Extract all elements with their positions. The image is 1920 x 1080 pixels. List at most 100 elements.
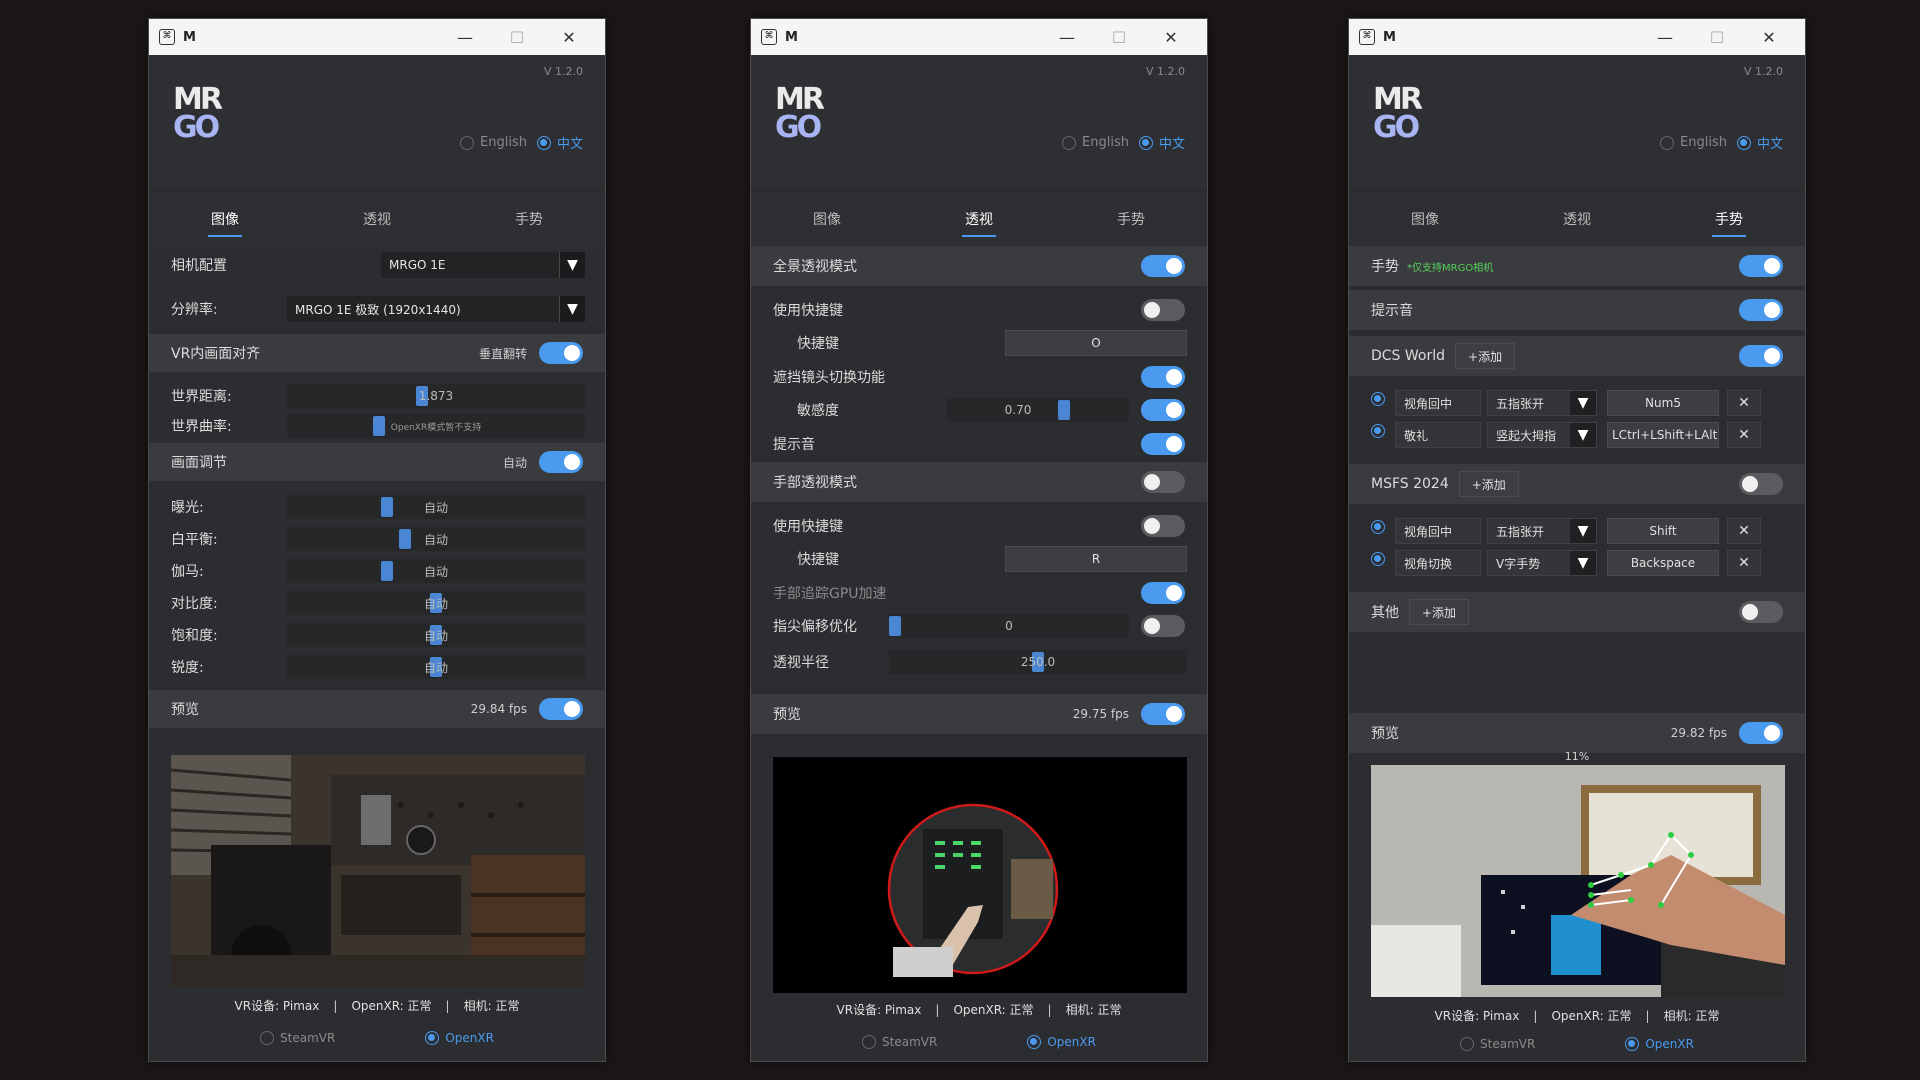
maximize-button[interactable]: ☐ — [1093, 28, 1145, 47]
preview-toggle[interactable] — [1739, 722, 1783, 744]
adjust-slider[interactable]: 自动 — [287, 495, 585, 519]
prompt-sound-label: 提示音 — [773, 437, 815, 453]
hotkey2-field[interactable]: R — [1005, 546, 1187, 572]
occlusion-toggle[interactable] — [1141, 366, 1185, 388]
runtime-steamvr-option[interactable]: SteamVR — [862, 1035, 937, 1049]
add-gesture-button[interactable]: +添加 — [1455, 343, 1516, 369]
binding-radio-icon[interactable] — [1371, 392, 1385, 406]
close-button[interactable]: ✕ — [1743, 28, 1795, 47]
sensitivity-slider[interactable]: 0.70 — [947, 398, 1129, 422]
action-field[interactable]: 视角回中 — [1395, 390, 1481, 416]
runtime-openxr-option[interactable]: OpenXR — [425, 1031, 494, 1045]
lang-english-option[interactable]: English — [460, 135, 527, 150]
use-hotkey2-toggle[interactable] — [1141, 515, 1185, 537]
runtime-openxr-option[interactable]: OpenXR — [1625, 1037, 1694, 1051]
tab-gesture[interactable]: 手势 — [1653, 191, 1805, 246]
title-bar: ⌘ M — ☐ ✕ — [751, 19, 1207, 55]
gpu-accel-toggle[interactable] — [1141, 582, 1185, 604]
minimize-button[interactable]: — — [1041, 28, 1093, 47]
key-field[interactable]: LCtrl+LShift+LAlt+S — [1607, 422, 1719, 448]
fingertip-toggle[interactable] — [1141, 615, 1185, 637]
hand-mode-toggle[interactable] — [1141, 471, 1185, 493]
minimize-button[interactable]: — — [439, 28, 491, 47]
adjust-slider[interactable]: 自动 — [287, 559, 585, 583]
add-other-button[interactable]: +添加 — [1409, 599, 1470, 625]
slider-thumb[interactable] — [889, 616, 901, 636]
use-hotkey-toggle[interactable] — [1141, 299, 1185, 321]
slider-thumb[interactable] — [399, 529, 411, 549]
tab-gesture[interactable]: 手势 — [1055, 191, 1207, 246]
binding-radio-icon[interactable] — [1371, 424, 1385, 438]
fingertip-slider[interactable]: 0 — [889, 614, 1129, 638]
runtime-openxr-option[interactable]: OpenXR — [1027, 1035, 1096, 1049]
lang-chinese-option[interactable]: 中文 — [1736, 133, 1783, 152]
lang-english-option[interactable]: English — [1062, 135, 1129, 150]
world-curvature-slider[interactable]: OpenXR模式暂不支持 — [287, 414, 585, 438]
hotkey-row: 快捷键 O — [751, 326, 1207, 360]
key-field[interactable]: Num5 — [1607, 390, 1719, 416]
slider-thumb[interactable] — [373, 416, 385, 436]
action-field[interactable]: 敬礼 — [1395, 422, 1481, 448]
tab-gesture[interactable]: 手势 — [453, 191, 605, 246]
action-field[interactable]: 视角切换 — [1395, 550, 1481, 576]
group-toggle[interactable] — [1739, 345, 1783, 367]
lang-chinese-option[interactable]: 中文 — [1138, 133, 1185, 152]
preview-toggle[interactable] — [1141, 703, 1185, 725]
other-toggle[interactable] — [1739, 601, 1783, 623]
chevron-down-icon: ▼ — [559, 252, 585, 278]
radio-icon — [862, 1035, 877, 1049]
lang-english-option[interactable]: English — [1660, 135, 1727, 150]
delete-binding-button[interactable]: ✕ — [1727, 422, 1761, 448]
tab-passthrough[interactable]: 透视 — [903, 191, 1055, 246]
vr-align-toggle[interactable] — [539, 342, 583, 364]
gesture-select[interactable]: 五指张开 ▼ — [1487, 390, 1597, 416]
slider-thumb[interactable] — [381, 561, 393, 581]
hotkey-field[interactable]: O — [1005, 330, 1187, 356]
gesture-sound-toggle[interactable] — [1739, 299, 1783, 321]
gesture-select[interactable]: V字手势 ▼ — [1487, 550, 1597, 576]
maximize-button[interactable]: ☐ — [1691, 28, 1743, 47]
window-title: M — [785, 29, 798, 45]
adjust-slider[interactable]: 自动 — [287, 623, 585, 647]
maximize-button[interactable]: ☐ — [491, 28, 543, 47]
resolution-select[interactable]: MRGO 1E 极致 (1920x1440) ▼ — [287, 296, 585, 322]
add-gesture-button[interactable]: +添加 — [1458, 471, 1519, 497]
close-button[interactable]: ✕ — [543, 28, 595, 47]
preview-row: 预览 29.75 fps — [751, 694, 1207, 734]
delete-binding-button[interactable]: ✕ — [1727, 550, 1761, 576]
delete-binding-button[interactable]: ✕ — [1727, 390, 1761, 416]
runtime-steamvr-option[interactable]: SteamVR — [260, 1031, 335, 1045]
lang-chinese-option[interactable]: 中文 — [536, 133, 583, 152]
minimize-button[interactable]: — — [1639, 28, 1691, 47]
key-field[interactable]: Shift — [1607, 518, 1719, 544]
key-field[interactable]: Backspace — [1607, 550, 1719, 576]
gesture-select[interactable]: 五指张开 ▼ — [1487, 518, 1597, 544]
slider-thumb[interactable] — [381, 497, 393, 517]
prompt-sound-toggle[interactable] — [1141, 433, 1185, 455]
tab-image[interactable]: 图像 — [149, 191, 301, 246]
preview-toggle[interactable] — [539, 698, 583, 720]
image-adjust-toggle[interactable] — [539, 451, 583, 473]
radius-slider[interactable]: 250.0 — [889, 650, 1187, 674]
gesture-select[interactable]: 竖起大拇指 ▼ — [1487, 422, 1597, 448]
binding-radio-icon[interactable] — [1371, 520, 1385, 534]
tab-image[interactable]: 图像 — [751, 191, 903, 246]
delete-binding-button[interactable]: ✕ — [1727, 518, 1761, 544]
tab-passthrough[interactable]: 透视 — [301, 191, 453, 246]
slider-thumb[interactable] — [1058, 400, 1070, 420]
group-toggle[interactable] — [1739, 473, 1783, 495]
gesture-toggle[interactable] — [1739, 255, 1783, 277]
panorama-toggle[interactable] — [1141, 255, 1185, 277]
runtime-steamvr-option[interactable]: SteamVR — [1460, 1037, 1535, 1051]
close-button[interactable]: ✕ — [1145, 28, 1197, 47]
binding-radio-icon[interactable] — [1371, 552, 1385, 566]
world-distance-slider[interactable]: 1.873 — [287, 384, 585, 408]
adjust-slider[interactable]: 自动 — [287, 527, 585, 551]
action-field[interactable]: 视角回中 — [1395, 518, 1481, 544]
tab-passthrough[interactable]: 透视 — [1501, 191, 1653, 246]
sensitivity-toggle[interactable] — [1141, 399, 1185, 421]
adjust-slider[interactable]: 自动 — [287, 591, 585, 615]
tab-image[interactable]: 图像 — [1349, 191, 1501, 246]
camera-config-select[interactable]: MRGO 1E ▼ — [381, 252, 585, 278]
adjust-slider[interactable]: 自动 — [287, 655, 585, 679]
